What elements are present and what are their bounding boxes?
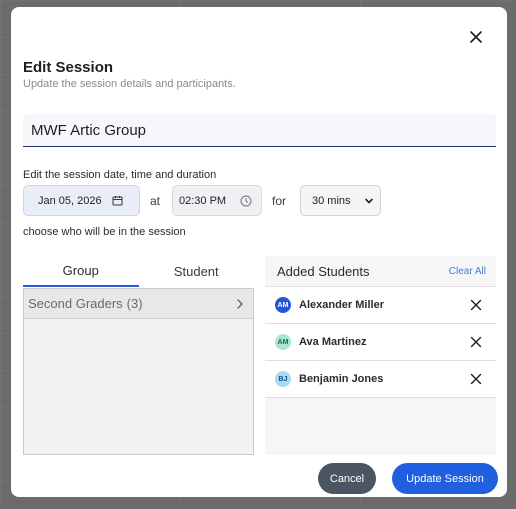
group-item-second-graders[interactable]: Second Graders (3)	[24, 289, 253, 319]
added-students-header: Added Students Clear All	[265, 256, 496, 287]
student-row: AM Ava Martinez	[265, 324, 496, 361]
edit-session-dialog: Edit Session Update the session details …	[11, 7, 507, 497]
group-count: (3)	[126, 296, 143, 311]
update-session-button[interactable]: Update Session	[392, 463, 498, 494]
time-picker[interactable]: 02:30 PM	[172, 185, 262, 216]
group-list: Second Graders (3)	[23, 288, 254, 455]
avatar: BJ	[275, 371, 291, 387]
participant-tabs: Group Student	[23, 256, 254, 287]
close-icon	[470, 31, 482, 43]
clear-all-link[interactable]: Clear All	[449, 266, 486, 277]
remove-icon	[470, 299, 482, 311]
dialog-title: Edit Session	[23, 59, 114, 76]
remove-icon	[470, 373, 482, 385]
group-item-label: Second Graders (3)	[28, 296, 143, 311]
student-row: AM Alexander Miller	[265, 287, 496, 324]
remove-student-button[interactable]	[470, 373, 482, 385]
duration-value: 30 mins	[312, 194, 351, 207]
remove-icon	[470, 336, 482, 348]
added-students-title: Added Students	[277, 263, 370, 279]
datetime-label: Edit the session date, time and duration	[23, 169, 217, 181]
student-row: BJ Benjamin Jones	[265, 361, 496, 398]
tab-student[interactable]: Student	[139, 256, 255, 287]
student-name: Ava Martinez	[299, 336, 367, 348]
date-value: Jan 05, 2026	[38, 194, 102, 207]
duration-select[interactable]: 30 mins	[300, 185, 381, 216]
date-picker[interactable]: Jan 05, 2026	[23, 185, 140, 216]
remove-student-button[interactable]	[470, 299, 482, 311]
time-value: 02:30 PM	[179, 194, 227, 207]
clock-icon	[240, 195, 252, 206]
at-label: at	[150, 194, 161, 208]
dialog-subtitle: Update the session details and participa…	[23, 78, 236, 90]
added-students-panel: Added Students Clear All AM Alexander Mi…	[265, 256, 496, 455]
participants-label: choose who will be in the session	[23, 226, 186, 238]
session-name-input[interactable]	[23, 114, 496, 147]
tab-group[interactable]: Group	[23, 256, 139, 287]
chevron-right-icon	[237, 298, 243, 309]
close-button[interactable]	[466, 27, 486, 47]
remove-student-button[interactable]	[470, 336, 482, 348]
calendar-icon	[112, 196, 123, 206]
chevron-down-icon	[365, 198, 373, 203]
avatar: AM	[275, 297, 291, 313]
for-label: for	[272, 194, 287, 208]
student-name: Benjamin Jones	[299, 373, 384, 385]
avatar: AM	[275, 334, 291, 350]
cancel-button[interactable]: Cancel	[318, 463, 376, 494]
student-name: Alexander Miller	[299, 299, 384, 311]
group-name: Second Graders	[28, 296, 123, 311]
